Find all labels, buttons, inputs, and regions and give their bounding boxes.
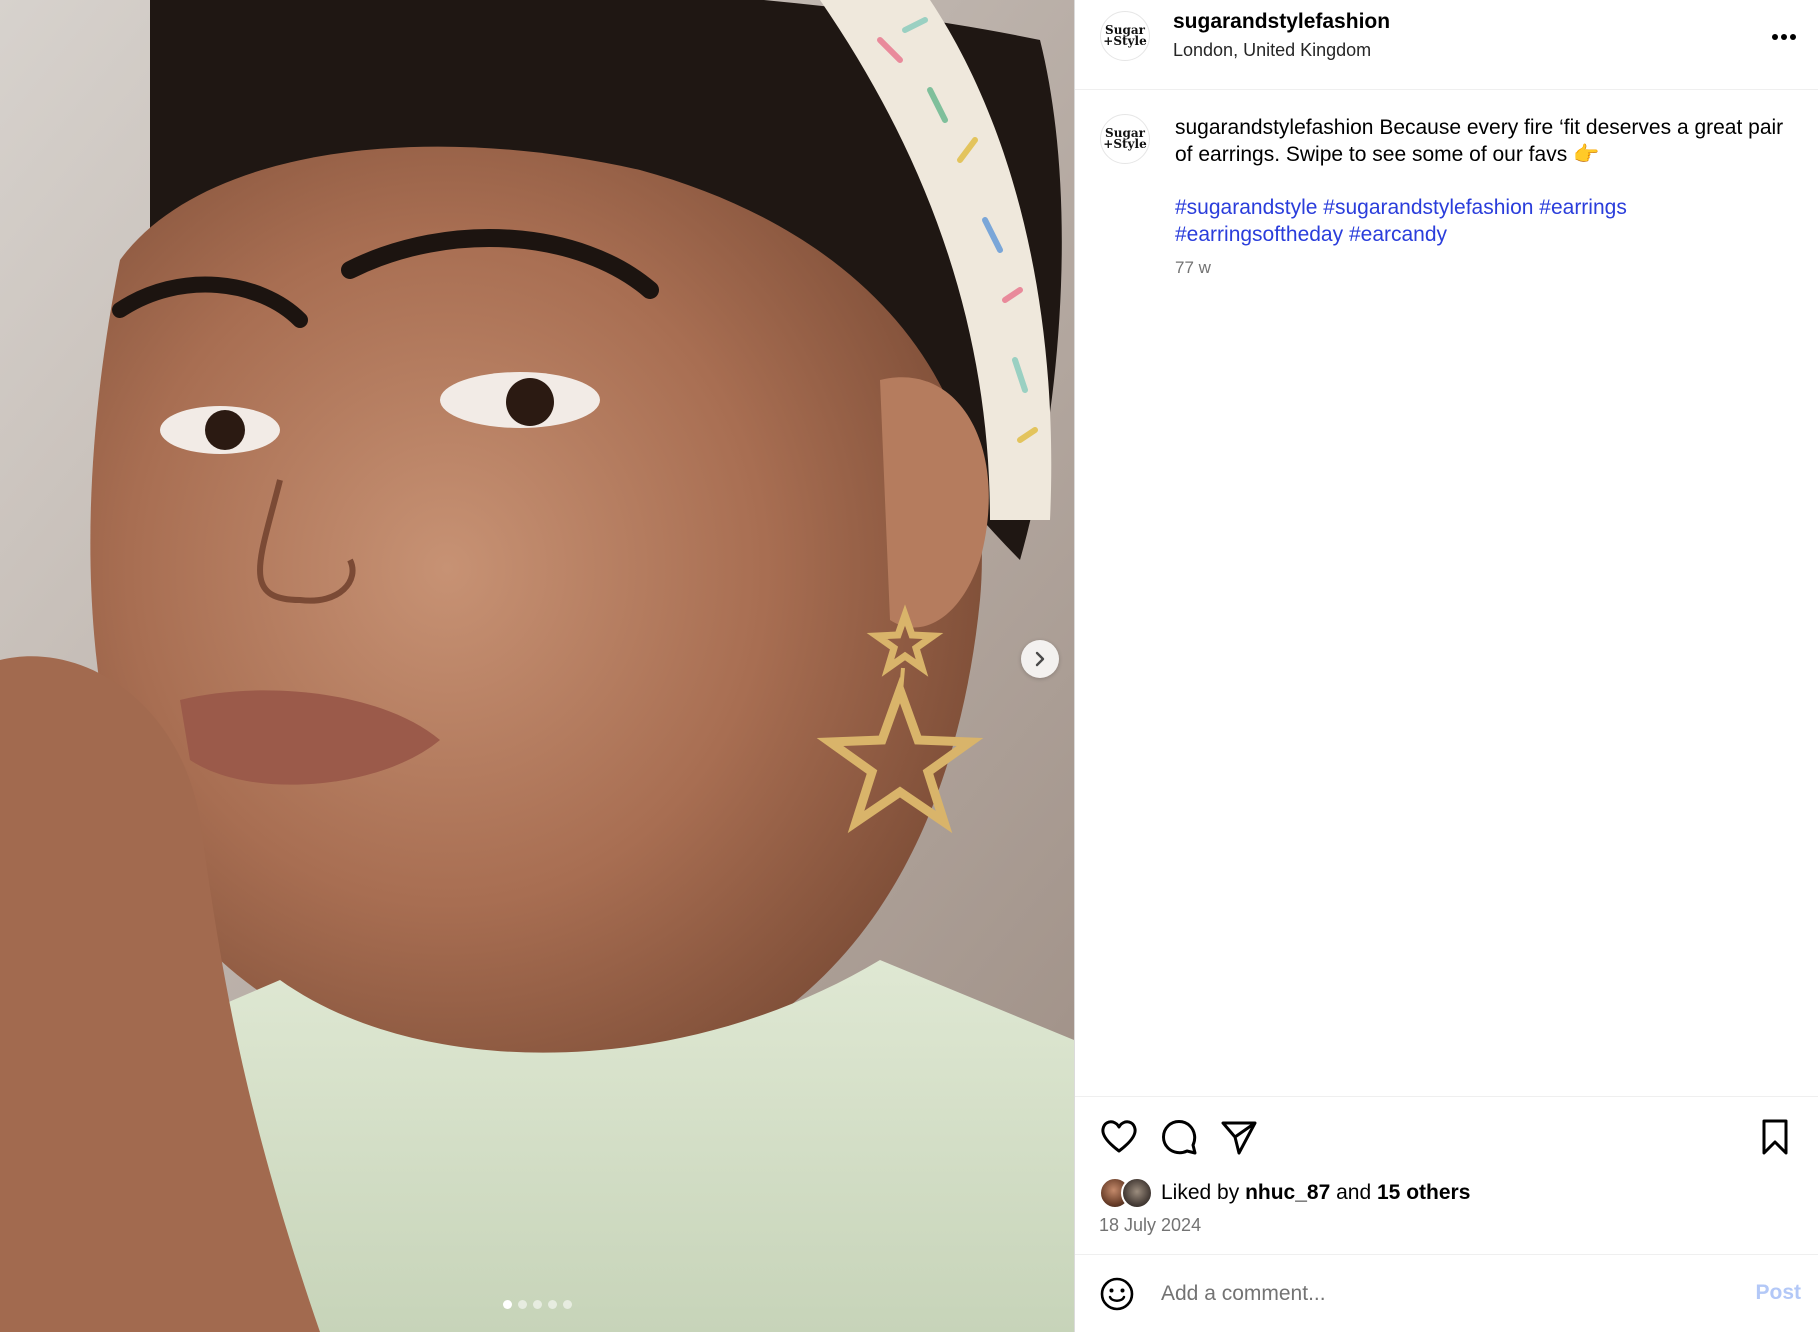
- liker-avatars: [1099, 1177, 1155, 1209]
- carousel-indicator: [0, 1300, 1074, 1309]
- more-options-button[interactable]: [1767, 22, 1801, 52]
- liked-by-prefix: Liked by: [1161, 1181, 1240, 1204]
- chevron-right-icon: [1035, 651, 1045, 667]
- emoji-icon: [1100, 1277, 1134, 1311]
- post-header: Sugar +Style sugarandstylefashion London…: [1075, 0, 1818, 90]
- liked-by-user[interactable]: nhuc_87: [1245, 1181, 1330, 1205]
- more-options-icon: [1772, 34, 1796, 40]
- comment-icon: [1162, 1120, 1197, 1155]
- actions-bar: Liked by nhuc_87 and 15 others 18 July 2…: [1075, 1096, 1818, 1254]
- liked-by-and: and: [1336, 1181, 1372, 1204]
- hashtag-list: #sugarandstyle #sugarandstylefashion #ea…: [1175, 194, 1735, 248]
- hashtag-link[interactable]: #earrings: [1539, 196, 1627, 219]
- likes-summary[interactable]: Liked by nhuc_87 and 15 others: [1099, 1177, 1470, 1209]
- bookmark-icon: [1762, 1119, 1788, 1155]
- liked-by-others[interactable]: 15 others: [1377, 1181, 1470, 1205]
- hashtag-link[interactable]: #earcandy: [1349, 223, 1447, 246]
- like-button[interactable]: [1099, 1117, 1139, 1157]
- post-details-panel: Sugar +Style sugarandstylefashion London…: [1074, 0, 1818, 1332]
- hashtag-link[interactable]: #sugarandstylefashion: [1323, 196, 1533, 219]
- share-icon: [1221, 1121, 1257, 1155]
- next-slide-button[interactable]: [1021, 640, 1059, 678]
- carousel-dot: [547, 1300, 557, 1309]
- heart-icon: [1101, 1120, 1137, 1153]
- comment-bar: Post: [1075, 1254, 1818, 1332]
- hashtag-link[interactable]: #earringsoftheday: [1175, 223, 1343, 246]
- caption-avatar[interactable]: Sugar +Style: [1100, 114, 1150, 164]
- carousel-dot: [532, 1300, 542, 1309]
- avatar-logo-line: +Style: [1103, 137, 1147, 151]
- share-button[interactable]: [1219, 1117, 1259, 1157]
- post-photo[interactable]: [0, 0, 1074, 1332]
- comment-button[interactable]: [1159, 1117, 1199, 1157]
- save-button[interactable]: [1755, 1117, 1795, 1157]
- location-link[interactable]: London, United Kingdom: [1173, 40, 1371, 61]
- comment-input[interactable]: [1161, 1275, 1661, 1313]
- caption-text: sugarandstylefashion Because every fire …: [1175, 114, 1795, 168]
- carousel-dot: [502, 1300, 512, 1309]
- caption-username[interactable]: sugarandstylefashion: [1175, 116, 1373, 139]
- carousel-dot: [562, 1300, 572, 1309]
- avatar: [1121, 1177, 1153, 1209]
- post-date: 18 July 2024: [1099, 1215, 1202, 1235]
- carousel-dot: [517, 1300, 527, 1309]
- post-age[interactable]: 77 w: [1175, 258, 1211, 278]
- hashtag-link[interactable]: #sugarandstyle: [1175, 196, 1317, 219]
- portrait-image: [0, 0, 1074, 1332]
- post-comment-button[interactable]: Post: [1755, 1281, 1801, 1305]
- header-username[interactable]: sugarandstylefashion: [1173, 10, 1390, 34]
- emoji-button[interactable]: [1099, 1276, 1135, 1312]
- profile-avatar[interactable]: Sugar +Style: [1100, 11, 1150, 61]
- avatar-logo-line: +Style: [1103, 34, 1147, 48]
